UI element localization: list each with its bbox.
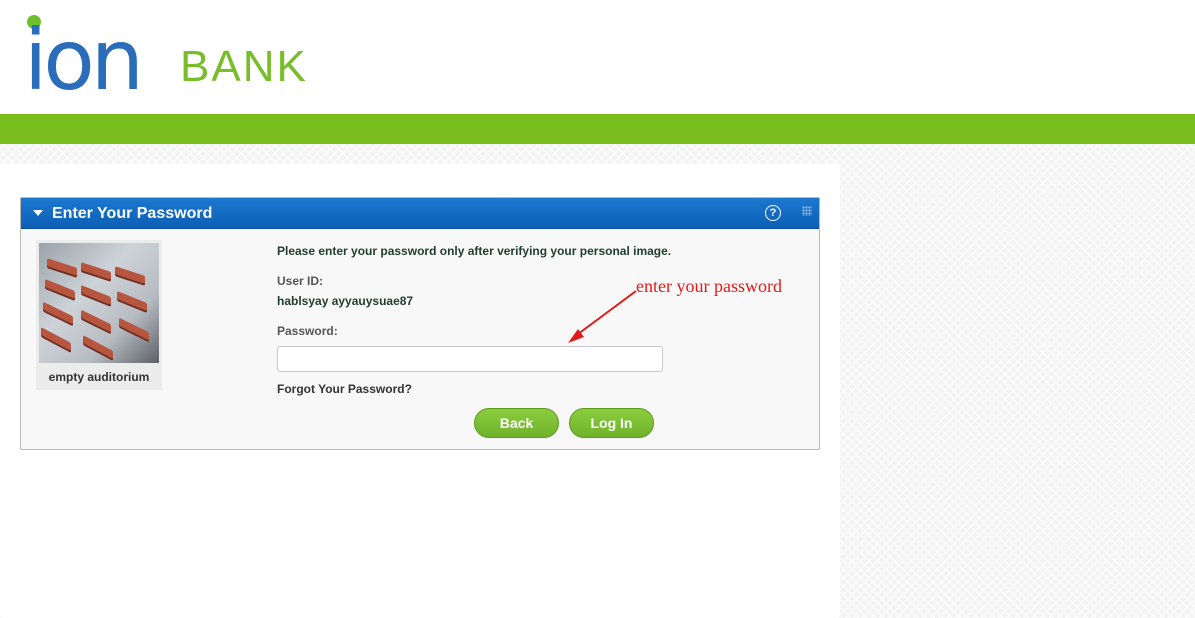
intro-text: Please enter your password only after ve…: [277, 244, 672, 258]
resize-grip-icon[interactable]: [802, 206, 812, 216]
annotation-arrow-icon: [568, 290, 637, 343]
logo-ion-text: ion: [24, 11, 144, 109]
brand-green-bar: [0, 114, 1195, 144]
user-id-value: hablsyay ayyauysuae87: [277, 294, 414, 308]
forgot-password-link[interactable]: Forgot Your Password?: [277, 382, 412, 396]
password-label: Password:: [277, 324, 338, 338]
panel-header: Enter Your Password ?: [21, 198, 819, 229]
back-button[interactable]: Back: [474, 408, 559, 438]
content-area: Enter Your Password ? empty auditorium P…: [0, 164, 840, 618]
password-panel: Enter Your Password ? empty auditorium P…: [20, 197, 820, 450]
logo-bank-text: BANK: [180, 42, 308, 91]
help-icon[interactable]: ?: [765, 205, 781, 221]
user-id-label: User ID:: [277, 274, 324, 288]
personal-image-caption: empty auditorium: [48, 370, 150, 384]
annotation-label: enter your password: [636, 276, 782, 296]
personal-image-card: empty auditorium: [36, 240, 162, 390]
ion-bank-logo[interactable]: ion BANK: [24, 12, 324, 108]
site-header: ion BANK: [0, 0, 1195, 114]
login-button[interactable]: Log In: [569, 408, 654, 438]
collapse-caret-icon[interactable]: [33, 210, 43, 216]
personal-image: [39, 243, 159, 363]
panel-title: Enter Your Password: [52, 205, 213, 222]
